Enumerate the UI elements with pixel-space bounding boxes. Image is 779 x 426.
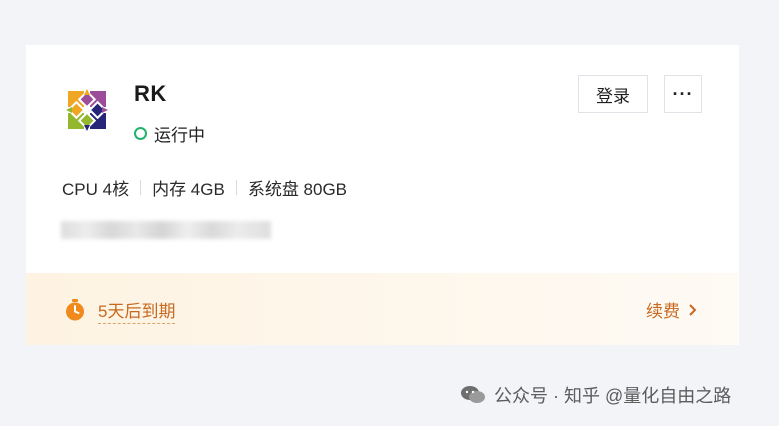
spec-cpu: CPU 4核 bbox=[62, 180, 130, 199]
wechat-icon bbox=[461, 386, 485, 403]
expiry-footer: 5天后到期 续费 bbox=[26, 273, 739, 345]
divider bbox=[235, 180, 237, 195]
centos-logo-icon bbox=[66, 89, 108, 131]
spec-memory: 内存 4GB bbox=[152, 180, 225, 199]
chevron-right-icon[interactable] bbox=[688, 303, 697, 316]
divider bbox=[140, 180, 142, 195]
more-options-button[interactable]: ··· bbox=[664, 75, 702, 113]
timer-icon bbox=[66, 299, 84, 321]
watermark-text: 公众号 · 知乎 @量化自由之路 bbox=[494, 386, 732, 406]
status-text: 运行中 bbox=[154, 126, 205, 145]
expiry-text: 5天后到期 bbox=[98, 297, 176, 324]
server-name: RK bbox=[134, 81, 167, 106]
status-dot-icon bbox=[134, 127, 147, 140]
status-indicator: 运行中 bbox=[134, 121, 205, 146]
renew-link[interactable]: 续费 bbox=[646, 297, 697, 322]
server-specs: CPU 4核 内存 4GB 系统盘 80GB bbox=[62, 175, 347, 200]
server-card: RK 运行中 登录 ··· CPU 4核 内存 4GB 系统盘 80GB 5天后… bbox=[26, 45, 739, 345]
watermark: 公众号 · 知乎 @量化自由之路 bbox=[460, 382, 731, 408]
login-button[interactable]: 登录 bbox=[578, 75, 648, 113]
renew-label[interactable]: 续费 bbox=[646, 297, 680, 322]
spec-disk: 系统盘 80GB bbox=[247, 180, 348, 199]
redacted-ip-address bbox=[61, 221, 271, 239]
